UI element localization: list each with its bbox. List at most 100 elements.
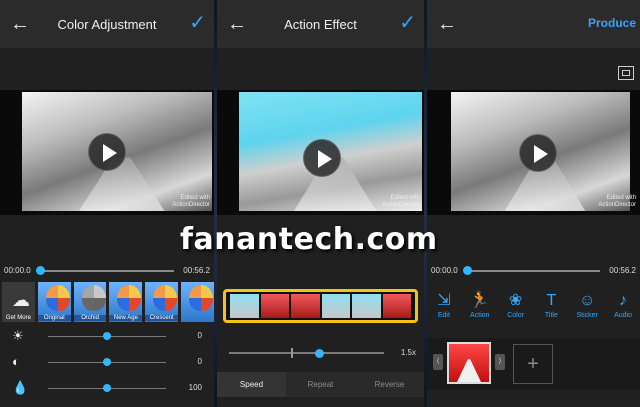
strip-frame (230, 294, 259, 318)
adjustment-value: 100 (188, 383, 202, 392)
time-start: 00:00.0 (431, 266, 458, 275)
tool-title[interactable]: T Title (534, 290, 568, 330)
filter-label: Original (37, 315, 71, 321)
adjustment-row: 💧 100 (0, 378, 214, 398)
top-bar: ← Color Adjustment ✓ (0, 0, 214, 48)
timeline: 00:00.0 00:56.2 (0, 262, 214, 278)
tool-bar: ⇲ Edit 🏃 Action ❀ Color T Title ☺ Sticker ♪ Audio (427, 290, 640, 330)
strip-frame (352, 294, 381, 318)
video-watermark: Edited with ActionDirector (598, 195, 636, 208)
back-arrow-icon[interactable]: ← (227, 12, 247, 36)
video-preview[interactable]: Edited with ActionDirector (0, 90, 214, 215)
tool-label: Title (544, 312, 558, 319)
sticker-icon: ☺ (579, 292, 596, 309)
timeline: 00:00.0 00:56.2 (427, 262, 640, 278)
clip-thumbnail[interactable] (447, 342, 491, 384)
add-clip-button[interactable]: + (513, 344, 553, 384)
balloon-thumbnail (45, 285, 70, 311)
effect-tabs: Speed Repeat Reverse (217, 372, 424, 397)
editor-screen: ← Produce Edited with ActionDirector 00:0… (427, 0, 640, 407)
produce-button[interactable]: Produce (588, 16, 636, 30)
adjustment-value: 0 (197, 331, 202, 340)
confirm-check-icon[interactable]: ✓ (189, 10, 206, 35)
back-arrow-icon[interactable]: ← (437, 12, 457, 36)
tab-repeat[interactable]: Repeat (286, 372, 355, 397)
strip-frame (260, 294, 289, 318)
audio-icon: ♪ (619, 292, 628, 309)
color-adjustment-screen: ← Color Adjustment ✓ Edited with ActionDi… (0, 0, 214, 407)
tool-label: Edit (437, 312, 450, 319)
video-preview[interactable]: Edited with ActionDirector (427, 90, 640, 215)
back-arrow-icon[interactable]: ← (10, 12, 30, 36)
speed-value: 1.5x (400, 348, 416, 357)
speed-track[interactable] (229, 352, 384, 354)
tool-sticker[interactable]: ☺ Sticker (570, 290, 604, 330)
action-effect-screen: ← Action Effect ✓ Edited with ActionDirec… (217, 0, 424, 407)
filter-label: New Age (109, 315, 143, 321)
video-watermark: Edited with ActionDirector (172, 195, 210, 208)
filter-item[interactable]: ☁ Get More (2, 282, 35, 322)
title-icon: T (546, 292, 557, 309)
timeline-knob[interactable] (36, 266, 45, 275)
balloon-thumbnail (189, 285, 214, 311)
timeline-track[interactable] (467, 270, 600, 272)
clip-strip[interactable] (223, 289, 418, 323)
video-preview[interactable]: Edited with ActionDirector (217, 90, 424, 215)
tool-audio[interactable]: ♪ Audio (606, 290, 640, 330)
adjustment-knob[interactable] (103, 332, 111, 340)
tool-label: Audio (614, 312, 632, 319)
balloon-thumbnail (81, 285, 106, 311)
contrast-icon: ◐ (12, 354, 20, 369)
screen-title: Color Adjustment (57, 16, 157, 32)
filter-label: Orchid (73, 315, 107, 321)
time-start: 00:00.0 (4, 266, 31, 275)
tool-action[interactable]: 🏃 Action (463, 290, 497, 330)
tool-label: Color (507, 312, 524, 319)
clip-handle-left[interactable]: ⟨ (433, 354, 443, 370)
strip-frame (382, 294, 411, 318)
filter-item[interactable]: New Age (109, 282, 143, 322)
timeline-track[interactable] (40, 270, 174, 272)
action-icon: 🏃 (469, 292, 490, 309)
play-icon[interactable] (88, 133, 126, 171)
filter-item[interactable] (181, 282, 214, 322)
adjustment-row: ☀ 0 (0, 326, 214, 346)
filter-item[interactable]: Original (37, 282, 71, 322)
adjustment-knob[interactable] (103, 358, 111, 366)
confirm-check-icon[interactable]: ✓ (399, 10, 416, 35)
tool-label: Action (470, 312, 490, 319)
timeline-knob[interactable] (463, 266, 472, 275)
color-icon: ❀ (508, 292, 523, 309)
top-bar: ← Produce (427, 0, 640, 48)
site-watermark: fanantech.com (180, 222, 438, 257)
tab-speed[interactable]: Speed (217, 372, 286, 397)
video-watermark: Edited with ActionDirector (382, 195, 420, 208)
clip-timeline: ⟨ ⟩ + (427, 338, 640, 390)
play-icon[interactable] (519, 134, 557, 172)
tool-label: Sticker (576, 312, 598, 319)
filter-item[interactable]: Orchid (73, 282, 107, 322)
filter-label: Get More (5, 315, 31, 321)
fullscreen-icon[interactable] (618, 66, 634, 80)
filter-label: Crescent (145, 315, 179, 321)
clip-handle-right[interactable]: ⟩ (495, 354, 505, 370)
cloud-download-icon: ☁ (12, 290, 30, 310)
strip-frame (321, 294, 350, 318)
play-icon[interactable] (303, 139, 341, 177)
filter-list: ☁ Get More Original Orchid New Age Crescent (0, 282, 214, 322)
filter-item[interactable]: Crescent (145, 282, 179, 322)
tool-edit[interactable]: ⇲ Edit (427, 290, 461, 330)
balloon-thumbnail (117, 285, 142, 311)
tab-reverse[interactable]: Reverse (355, 372, 424, 397)
adjustment-knob[interactable] (103, 384, 111, 392)
speed-slider[interactable]: 1.5x (217, 343, 424, 363)
edit-icon: ⇲ (437, 292, 451, 309)
screen-title: Action Effect (284, 16, 357, 32)
speed-knob[interactable] (314, 349, 324, 358)
strip-frame (291, 294, 320, 318)
balloon-thumbnail (153, 285, 178, 311)
tool-color[interactable]: ❀ Color (499, 290, 533, 330)
brightness-icon: ☀ (12, 328, 24, 343)
time-end: 00:56.2 (609, 266, 636, 275)
top-bar: ← Action Effect ✓ (217, 0, 424, 48)
